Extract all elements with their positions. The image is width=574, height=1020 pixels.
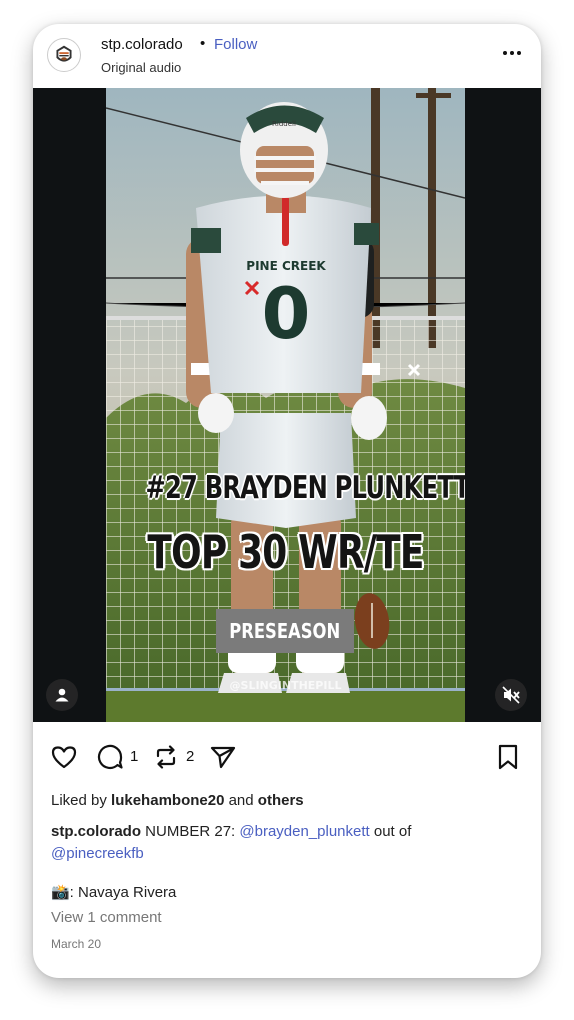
tagged-users-icon[interactable] xyxy=(46,679,78,711)
follow-button[interactable]: Follow xyxy=(214,36,257,53)
mention-pinecreekfb[interactable]: @pinecreekfb xyxy=(51,845,144,862)
player-photo: PINE CREEK 0 Riddell #27 BRAYDEN PLUNKET… xyxy=(106,88,465,722)
post-media[interactable]: PINE CREEK 0 Riddell #27 BRAYDEN PLUNKET… xyxy=(33,88,541,722)
comment-count: 1 xyxy=(130,748,139,765)
muted-audio-icon[interactable] xyxy=(495,679,527,711)
likes-others-link[interactable]: others xyxy=(258,792,304,809)
action-bar: 1 2 xyxy=(33,722,541,792)
preseason-badge: PRESEASON xyxy=(216,609,354,653)
player-name-overlay: #27 BRAYDEN PLUNKETT xyxy=(145,470,465,506)
profile-avatar[interactable] xyxy=(47,38,81,72)
caption-username[interactable]: stp.colorado xyxy=(51,823,141,840)
post-date: March 20 xyxy=(51,937,102,951)
bookmark-icon[interactable] xyxy=(493,742,523,772)
preseason-badge-label: PRESEASON xyxy=(229,619,341,643)
caption-text-1: NUMBER 27: xyxy=(141,823,240,840)
post-header: stp.colorado • Follow Original audio xyxy=(33,24,541,88)
comment-icon[interactable] xyxy=(95,742,125,772)
post-card: stp.colorado • Follow Original audio PIN… xyxy=(33,24,541,978)
post-caption: stp.colorado NUMBER 27: @brayden_plunket… xyxy=(51,821,521,865)
likes-summary: Liked by lukehambone20 and others xyxy=(51,792,304,809)
slinginthepill-logo-icon xyxy=(48,39,80,71)
mention-brayden-plunkett[interactable]: @brayden_plunkett xyxy=(239,823,369,840)
heart-icon[interactable] xyxy=(49,742,79,772)
share-icon[interactable] xyxy=(208,742,238,772)
audio-label[interactable]: Original audio xyxy=(101,60,181,75)
repost-count: 2 xyxy=(186,748,195,765)
watermark: @SLINGINTHEPILL xyxy=(229,679,342,692)
jersey-team-text: PINE CREEK xyxy=(246,259,326,273)
jersey-number-text: 0 xyxy=(262,273,311,355)
likes-prefix: Liked by xyxy=(51,792,112,809)
separator-dot: • xyxy=(200,35,206,52)
likes-middle: and xyxy=(224,792,258,809)
helmet-brand-text: Riddell xyxy=(272,120,296,128)
photo-credit: 📸: Navaya Rivera xyxy=(51,884,177,901)
ranking-overlay: TOP 30 WR/TE xyxy=(147,525,424,579)
caption-text-2: out of xyxy=(369,823,412,840)
username[interactable]: stp.colorado xyxy=(101,36,183,53)
view-comments-link[interactable]: View 1 comment xyxy=(51,909,162,926)
more-options-icon[interactable] xyxy=(501,42,523,64)
liked-by-user[interactable]: lukehambone20 xyxy=(111,792,224,809)
repost-icon[interactable] xyxy=(151,742,181,772)
